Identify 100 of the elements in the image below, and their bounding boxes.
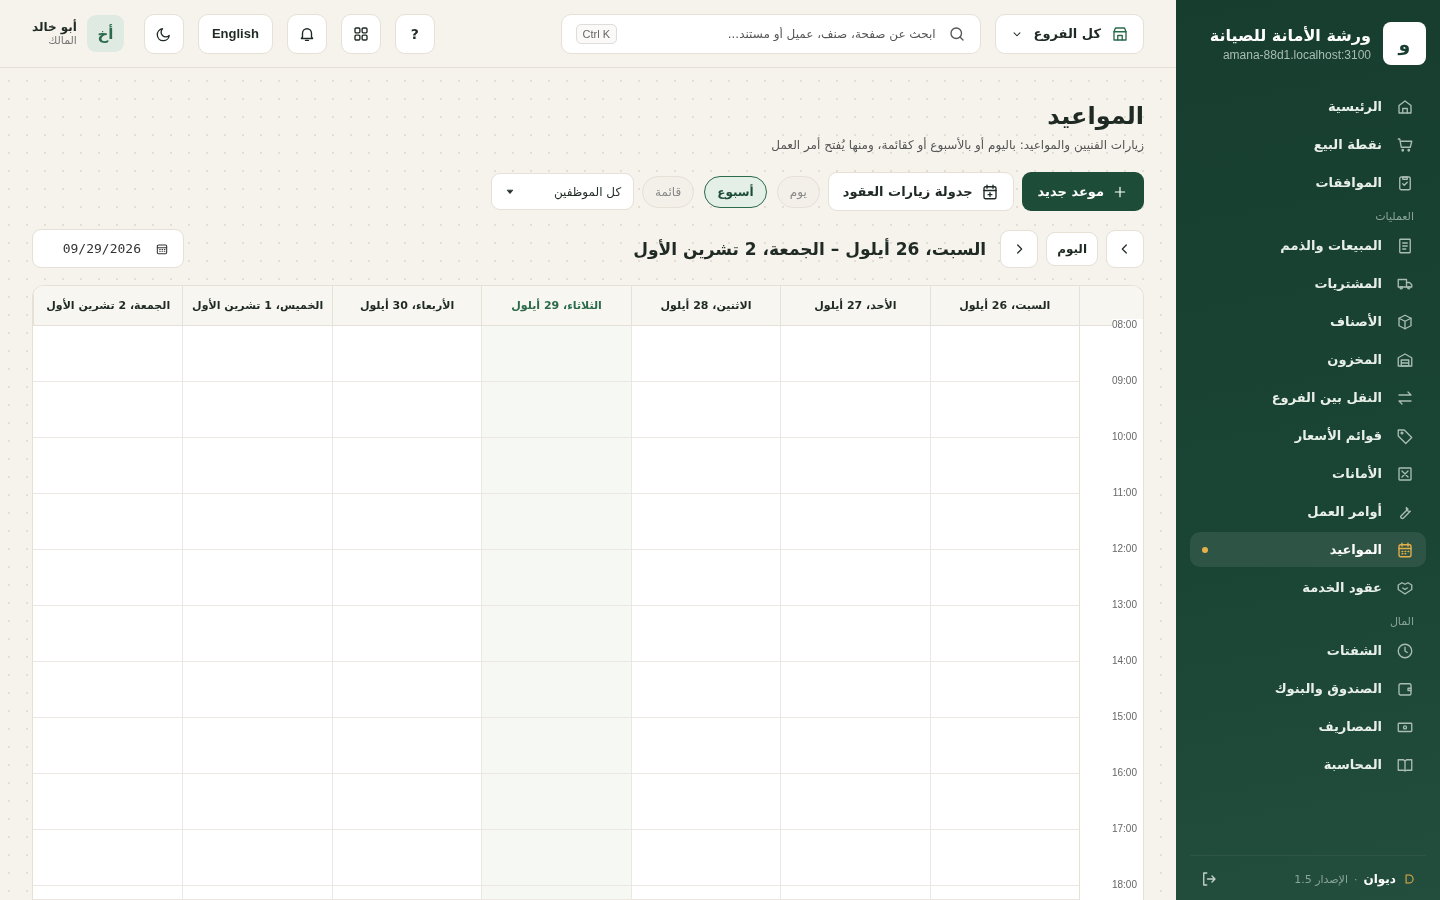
- time-slot[interactable]: [481, 606, 631, 662]
- time-slot[interactable]: [331, 382, 482, 438]
- time-slot[interactable]: [780, 830, 930, 886]
- time-slot[interactable]: [929, 494, 1079, 550]
- user-name: أبو خالد: [32, 20, 77, 34]
- cart-icon: [1396, 135, 1414, 154]
- time-slot[interactable]: [182, 606, 332, 662]
- time-slot[interactable]: [331, 606, 482, 662]
- next-button[interactable]: [1000, 229, 1039, 268]
- time-slot[interactable]: [780, 606, 930, 662]
- grid-icon: [351, 24, 370, 43]
- sidebar-item[interactable]: المصاريف: [1190, 709, 1426, 744]
- help-button[interactable]: ?: [394, 13, 435, 54]
- time-slot[interactable]: [182, 382, 332, 438]
- previous-button[interactable]: [1106, 229, 1144, 268]
- sidebar-item[interactable]: الشفتات: [1190, 633, 1426, 668]
- search-icon: [947, 24, 966, 43]
- time-slot[interactable]: [929, 606, 1079, 662]
- time-slot[interactable]: [331, 774, 482, 830]
- time-slot[interactable]: [929, 438, 1079, 494]
- sidebar-item[interactable]: الأصناف: [1190, 304, 1426, 339]
- logout-button[interactable]: [1200, 870, 1218, 888]
- time-slot[interactable]: [331, 438, 482, 494]
- time-slot[interactable]: [780, 886, 930, 900]
- time-slot[interactable]: [182, 662, 332, 718]
- time-slot[interactable]: [780, 774, 930, 830]
- view-tab[interactable]: أسبوع: [704, 175, 767, 208]
- time-slot[interactable]: [780, 382, 930, 438]
- document-icon: [1396, 236, 1414, 255]
- sidebar-item[interactable]: المشتريات: [1190, 266, 1426, 301]
- sidebar-item[interactable]: نقطة البيع: [1190, 127, 1426, 162]
- section-label: المال: [1388, 614, 1415, 630]
- sidebar-item[interactable]: الصندوق والبنوك: [1190, 671, 1426, 706]
- time-slot[interactable]: [331, 718, 482, 774]
- time-slot[interactable]: [780, 494, 930, 550]
- time-slot[interactable]: [331, 494, 482, 550]
- time-slot[interactable]: [929, 326, 1079, 382]
- time-slot[interactable]: [481, 662, 631, 718]
- page-title: المواعيد: [1046, 102, 1144, 130]
- time-slot[interactable]: [780, 438, 930, 494]
- sidebar-item[interactable]: المبيعات والذمم: [1190, 228, 1426, 263]
- today-button[interactable]: اليوم: [1046, 231, 1098, 266]
- time-slot[interactable]: [331, 830, 482, 886]
- separator-dot: ·: [1353, 872, 1358, 886]
- time-slot[interactable]: [481, 550, 631, 606]
- time-slot[interactable]: [331, 326, 482, 382]
- sidebar-item[interactable]: النقل بين الفروع: [1190, 380, 1426, 415]
- time-slot[interactable]: [929, 550, 1079, 606]
- time-slot[interactable]: [929, 382, 1079, 438]
- time-slot[interactable]: [780, 662, 930, 718]
- apps-button[interactable]: [340, 13, 381, 54]
- avatar[interactable]: أخ: [86, 15, 124, 52]
- sidebar-item[interactable]: المخزون: [1190, 342, 1426, 377]
- x-box-icon: [1396, 464, 1414, 483]
- box-icon: [1396, 312, 1414, 331]
- language-button[interactable]: English: [197, 13, 273, 54]
- time-slot[interactable]: [331, 886, 482, 900]
- date-field[interactable]: 09/29/2026: [32, 229, 184, 268]
- time-slot[interactable]: [929, 774, 1079, 830]
- time-slot[interactable]: [182, 830, 332, 886]
- sidebar-item[interactable]: قوائم الأسعار: [1190, 418, 1426, 453]
- time-slot[interactable]: [481, 326, 631, 382]
- time-slot[interactable]: [182, 550, 332, 606]
- sidebar-item[interactable]: الرئيسية: [1190, 89, 1426, 124]
- time-slot[interactable]: [182, 886, 332, 900]
- time-slot[interactable]: [481, 382, 631, 438]
- time-slot[interactable]: [929, 662, 1079, 718]
- store-icon: [1111, 24, 1129, 43]
- sidebar-item[interactable]: المحاسبة: [1190, 747, 1426, 782]
- time-slot[interactable]: [929, 830, 1079, 886]
- new-appointment-button[interactable]: موعد جديد: [1021, 172, 1144, 211]
- time-slot[interactable]: [182, 494, 332, 550]
- time-slot[interactable]: [481, 774, 631, 830]
- time-slot[interactable]: [929, 886, 1079, 900]
- employee-select[interactable]: كل الموظفين: [491, 173, 635, 210]
- time-slot[interactable]: [182, 774, 332, 830]
- time-slot[interactable]: [780, 326, 930, 382]
- time-slot[interactable]: [780, 550, 930, 606]
- logo: و: [1383, 22, 1426, 65]
- schedule-button[interactable]: جدولة زيارات العقود: [827, 172, 1014, 211]
- time-slot[interactable]: [481, 438, 631, 494]
- notifications-button[interactable]: [286, 13, 327, 54]
- sidebar-item[interactable]: عقود الخدمة: [1190, 570, 1426, 605]
- time-slot[interactable]: [331, 550, 482, 606]
- time-slot[interactable]: [182, 718, 332, 774]
- time-slot[interactable]: [481, 718, 631, 774]
- time-slot[interactable]: [182, 326, 332, 382]
- sidebar-item[interactable]: أوامر العمل: [1190, 494, 1426, 529]
- sidebar-item[interactable]: الأمانات: [1190, 456, 1426, 491]
- time-slot[interactable]: [182, 438, 332, 494]
- branch-select[interactable]: كل الفروع: [994, 13, 1144, 54]
- time-slot[interactable]: [780, 718, 930, 774]
- time-slot[interactable]: [929, 718, 1079, 774]
- time-slot[interactable]: [481, 494, 631, 550]
- time-slot[interactable]: [481, 886, 631, 900]
- sidebar-item[interactable]: الموافقات: [1190, 165, 1426, 200]
- time-slot[interactable]: [331, 662, 482, 718]
- theme-button[interactable]: [143, 13, 184, 54]
- time-slot[interactable]: [481, 830, 631, 886]
- sidebar-item[interactable]: المواعيد: [1190, 532, 1426, 567]
